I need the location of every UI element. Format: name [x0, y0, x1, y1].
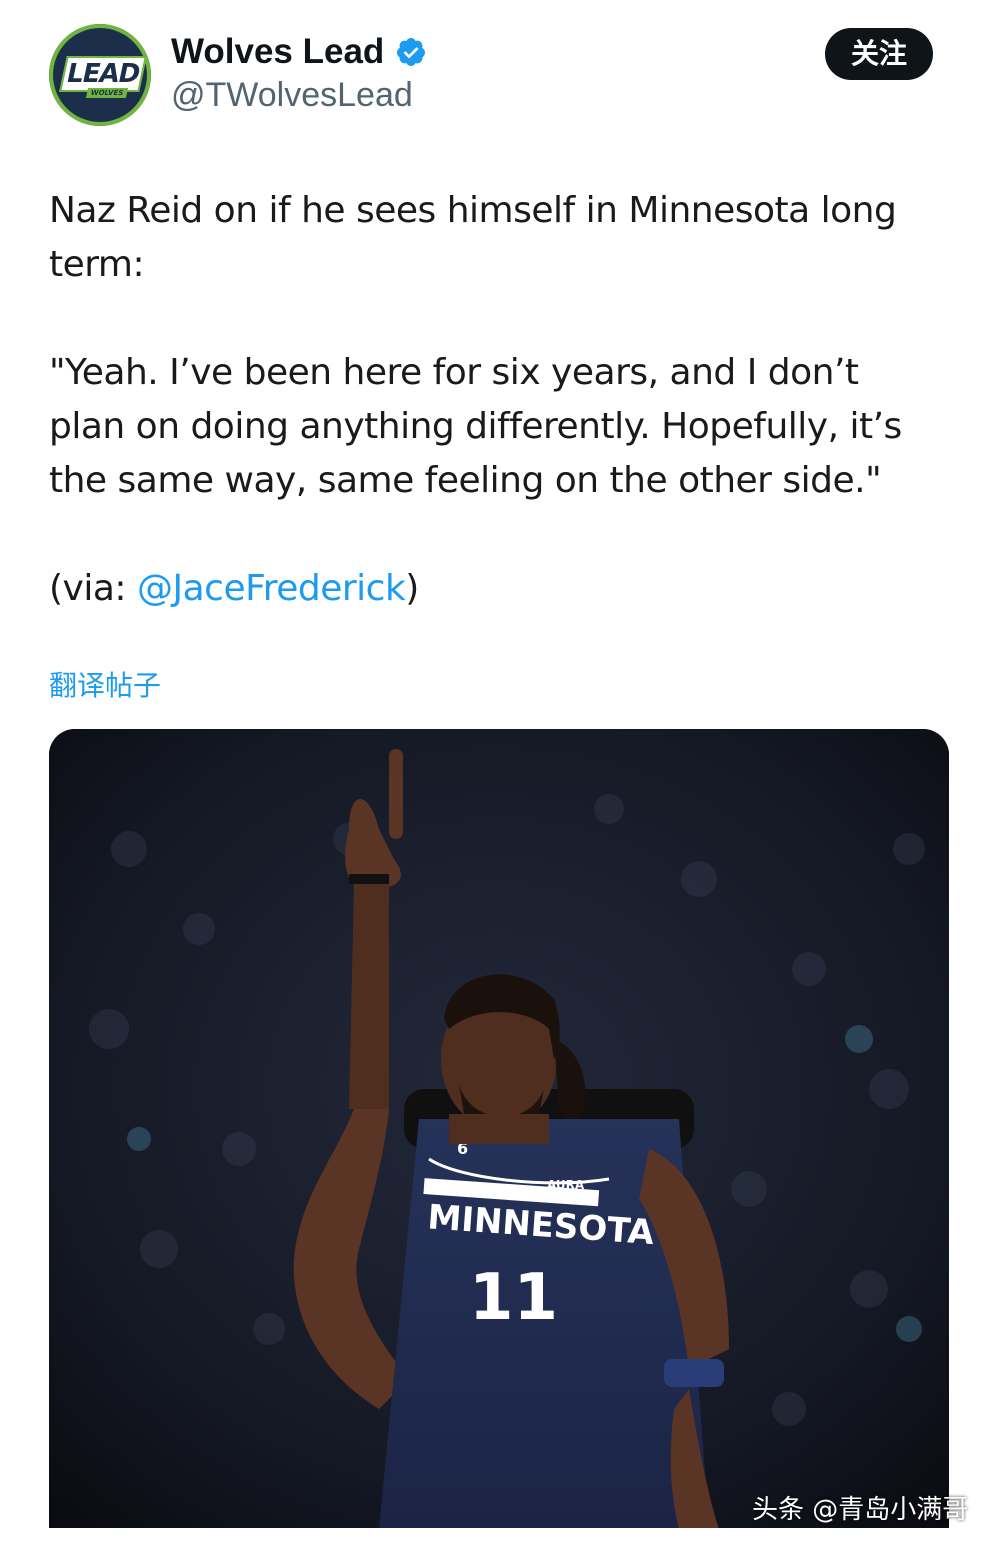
basketball-player-photo: MINNESOTA 11 6 AURA [49, 729, 949, 1529]
watermark-text: 头条 @青岛小满哥 [752, 1495, 969, 1525]
jersey-number-text: 11 [469, 1261, 558, 1335]
display-name[interactable]: Wolves Lead [171, 30, 384, 74]
avatar-logo-text: LEAD [59, 56, 147, 92]
translate-post-link[interactable]: 翻译帖子 [49, 666, 161, 706]
account-handle[interactable]: @TWolvesLead [171, 74, 427, 116]
tweet-via-line: (via: @JaceFrederick) [49, 562, 939, 616]
tweet-header: LEAD WOLVES Wolves Lead @TWolvesLead 关注 [49, 24, 933, 128]
via-suffix: ) [405, 568, 419, 609]
via-prefix: (via: [49, 568, 137, 609]
verified-badge-icon [397, 38, 426, 66]
follow-button[interactable]: 关注 [825, 28, 933, 80]
account-avatar[interactable]: LEAD WOLVES [49, 24, 151, 126]
account-names: Wolves Lead @TWolvesLead [171, 30, 427, 116]
tweet-paragraph-intro: Naz Reid on if he sees himself in Minnes… [49, 190, 897, 285]
bottom-spacer [0, 1528, 982, 1546]
avatar-logo-subtext: WOLVES [85, 88, 129, 98]
tweet-photo[interactable]: MINNESOTA 11 6 AURA [49, 729, 949, 1529]
mention-link[interactable]: @JaceFrederick [137, 568, 406, 609]
jersey-sponsor-text: AURA [547, 1178, 585, 1192]
tweet-paragraph-quote: "Yeah. I’ve been here for six years, and… [49, 352, 902, 501]
tweet-text: Naz Reid on if he sees himself in Minnes… [49, 184, 939, 616]
